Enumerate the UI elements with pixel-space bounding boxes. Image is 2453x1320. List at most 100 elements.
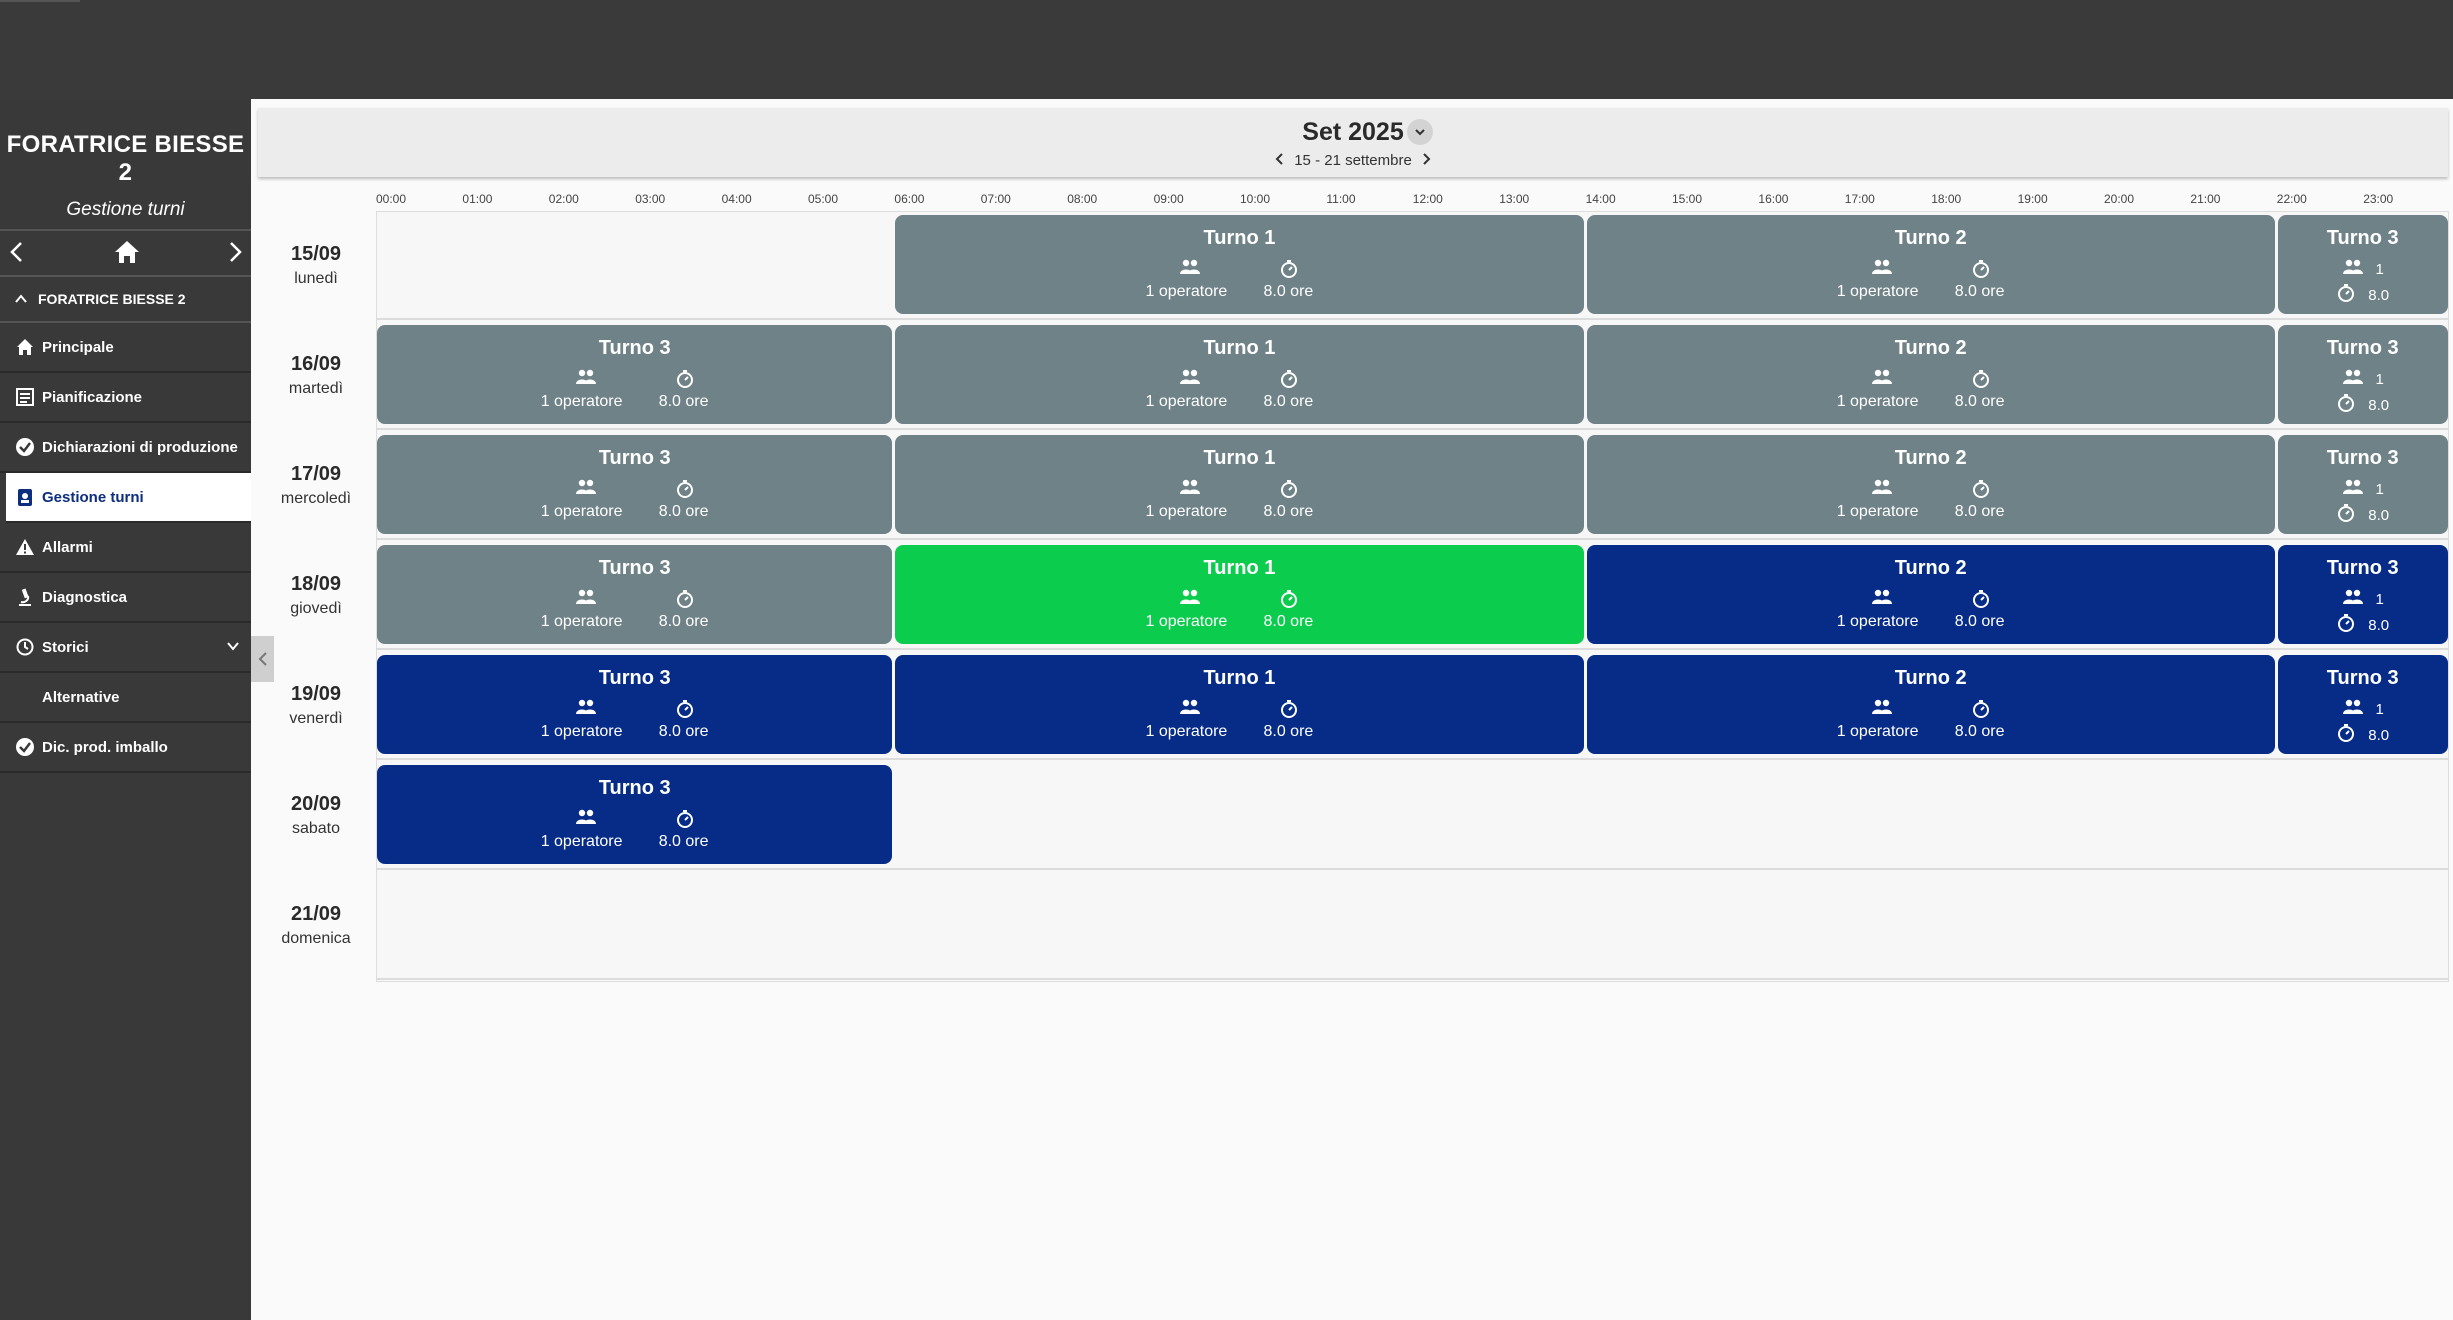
shift-block-turno-3[interactable]: Turno 3 1 operatore 8.0 ore <box>377 435 893 534</box>
shift-icons <box>895 259 1583 281</box>
timer-icon <box>1971 699 1991 724</box>
timer-icon <box>1971 259 1991 284</box>
shift-hours-row: 8.0 <box>2278 393 2448 417</box>
shift-block-turno-2[interactable]: Turno 2 1 operatore 8.0 ore <box>1586 435 2275 534</box>
hour-tick-label: 07:00 <box>980 192 1011 206</box>
shift-hours-row: 8.0 <box>2278 613 2448 637</box>
timer-icon <box>1971 589 1991 614</box>
sidebar-item-pianificazione[interactable]: Pianificazione <box>0 373 251 423</box>
shift-block-turno-3[interactable]: Turno 3 1 8.0 <box>2277 655 2448 754</box>
shift-hours: 8.0 ore <box>1954 613 2005 630</box>
row-divider <box>376 758 2449 760</box>
shift-hours: 8.0 ore <box>658 723 709 740</box>
chevron-down-icon <box>225 638 241 658</box>
forward-button[interactable] <box>220 237 250 267</box>
day-date: 20/09 <box>290 793 342 815</box>
shift-operators: 1 operatore <box>1836 393 1919 410</box>
sidebar-item-dic-prod-imballo[interactable]: Dic. prod. imballo <box>0 723 251 773</box>
shift-icons <box>377 479 892 501</box>
sidebar-item-storici[interactable]: Storici <box>0 623 251 673</box>
hour-tick-label: 21:00 <box>2190 192 2221 206</box>
shift-block-turno-1[interactable]: Turno 1 1 operatore 8.0 ore <box>895 325 1584 424</box>
shift-operators: 1 operatore <box>1145 283 1228 300</box>
history-icon <box>14 636 36 658</box>
sidebar-item-diagnostica[interactable]: Diagnostica <box>0 573 251 623</box>
day-name: giovedì <box>290 600 342 617</box>
shift-details: 1 operatore 8.0 ore <box>1587 393 2275 415</box>
shift-hours: 8.0 ore <box>1263 723 1314 740</box>
shift-block-turno-1[interactable]: Turno 1 1 operatore 8.0 ore <box>895 215 1584 314</box>
day-date: 16/09 <box>290 353 342 375</box>
shift-hours: 8.0 ore <box>1954 503 2005 520</box>
shift-details: 1 operatore 8.0 ore <box>1587 613 2275 635</box>
shift-icons <box>895 369 1583 391</box>
timer-icon <box>1279 369 1299 394</box>
month-dropdown-button[interactable] <box>1407 119 1433 145</box>
shift-block-turno-2[interactable]: Turno 2 1 operatore 8.0 ore <box>1586 545 2275 644</box>
sidebar-item-allarmi[interactable]: Allarmi <box>0 523 251 573</box>
shift-block-turno-1[interactable]: Turno 1 1 operatore 8.0 ore <box>895 655 1584 754</box>
shift-details: 1 operatore 8.0 ore <box>895 503 1583 525</box>
shift-block-turno-1[interactable]: Turno 1 1 operatore 8.0 ore <box>895 435 1584 534</box>
shift-icons <box>1587 479 2275 501</box>
shift-title: Turno 3 <box>2326 447 2399 469</box>
sidebar-item-label: Allarmi <box>42 538 93 556</box>
shift-block-turno-2[interactable]: Turno 2 1 operatore 8.0 ore <box>1586 655 2275 754</box>
shift-details: 1 operatore 8.0 ore <box>1587 283 2275 305</box>
timer-icon <box>1279 699 1299 724</box>
shift-hours: 8.0 ore <box>1263 283 1314 300</box>
people-icon <box>1179 479 1201 500</box>
shift-block-turno-3[interactable]: Turno 3 1 operatore 8.0 ore <box>377 765 893 864</box>
sidebar-item-label: Principale <box>42 338 114 356</box>
timer-icon <box>1971 479 1991 504</box>
sidebar-item-gestione-turni[interactable]: Gestione turni <box>6 473 251 523</box>
timer-icon <box>2336 283 2368 307</box>
hour-tick-label: 17:00 <box>1844 192 1875 206</box>
chevron-right-icon <box>230 242 242 262</box>
hour-tick-label: 23:00 <box>2363 192 2394 206</box>
day-date: 19/09 <box>290 683 342 705</box>
check-badge-icon <box>14 736 36 758</box>
shift-block-turno-3[interactable]: Turno 3 1 8.0 <box>2277 215 2448 314</box>
shift-hours: 8.0 ore <box>658 833 709 850</box>
shift-hours: 8.0 ore <box>1954 393 2005 410</box>
sidebar-nav-bar <box>0 231 251 277</box>
people-icon <box>575 809 597 830</box>
shift-title: Turno 3 <box>2326 667 2399 689</box>
shift-block-turno-3[interactable]: Turno 3 1 operatore 8.0 ore <box>377 325 893 424</box>
prev-week-button[interactable] <box>1274 152 1286 170</box>
shift-operators: 1 operatore <box>1836 283 1919 300</box>
day-label: 20/09 sabato <box>262 793 370 838</box>
shift-block-turno-3[interactable]: Turno 3 1 8.0 <box>2277 325 2448 424</box>
week-range: 15 - 21 settembre <box>1294 152 1412 169</box>
people-icon <box>1871 479 1893 500</box>
shift-block-turno-2[interactable]: Turno 2 1 operatore 8.0 ore <box>1586 215 2275 314</box>
home-button[interactable] <box>112 237 142 267</box>
back-button[interactable] <box>2 237 32 267</box>
sidebar-item-alternative[interactable]: Alternative <box>0 673 251 723</box>
shift-icons <box>377 589 892 611</box>
people-icon <box>1179 259 1201 280</box>
shift-details: 1 operatore 8.0 ore <box>895 393 1583 415</box>
shift-operators: 1 <box>2375 370 2384 388</box>
chevron-right-icon <box>1423 153 1431 165</box>
people-icon <box>1871 699 1893 720</box>
next-week-button[interactable] <box>1420 152 1432 170</box>
sidebar-item-principale[interactable]: Principale <box>0 323 251 373</box>
day-label: 21/09 domenica <box>262 903 370 948</box>
shift-operators: 1 operatore <box>1836 723 1919 740</box>
shift-block-turno-2[interactable]: Turno 2 1 operatore 8.0 ore <box>1586 325 2275 424</box>
shift-hours-row: 8.0 <box>2278 723 2448 747</box>
shift-block-turno-3[interactable]: Turno 3 1 8.0 <box>2277 545 2448 644</box>
shift-block-turno-1[interactable]: Turno 1 1 operatore 8.0 ore <box>895 545 1584 644</box>
shift-title: Turno 3 <box>598 777 671 799</box>
sidebar-item-dichiarazioni[interactable]: Dichiarazioni di produzione <box>0 423 251 473</box>
sidebar-collapse-button[interactable] <box>251 636 274 682</box>
hour-tick-label: 04:00 <box>721 192 752 206</box>
shift-operators-row: 1 <box>2278 259 2448 279</box>
shift-block-turno-3[interactable]: Turno 3 1 operatore 8.0 ore <box>377 655 893 754</box>
shift-block-turno-3[interactable]: Turno 3 1 operatore 8.0 ore <box>377 545 893 644</box>
shift-hours-row: 8.0 <box>2278 503 2448 527</box>
sidebar-section-header[interactable]: FORATRICE BIESSE 2 <box>0 277 251 323</box>
shift-block-turno-3[interactable]: Turno 3 1 8.0 <box>2277 435 2448 534</box>
